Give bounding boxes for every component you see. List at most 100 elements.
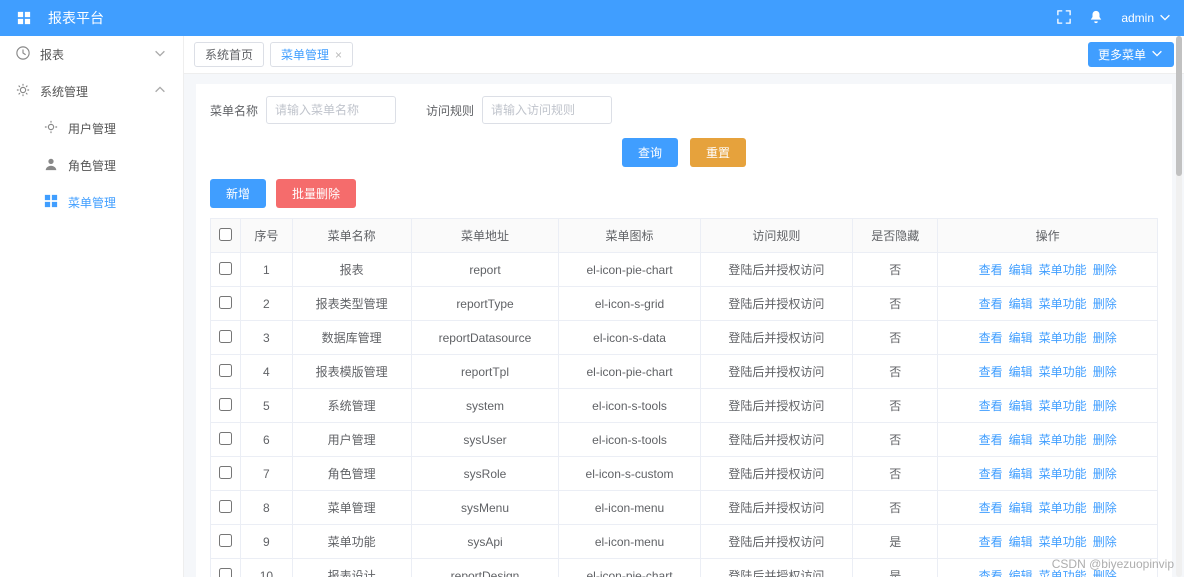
add-button[interactable]: 新增 [210, 179, 266, 208]
delete-link[interactable]: 删除 [1093, 331, 1117, 345]
delete-link[interactable]: 删除 [1093, 501, 1117, 515]
delete-link[interactable]: 删除 [1093, 569, 1117, 577]
cell-ops: 查看编辑菜单功能删除 [938, 491, 1158, 525]
func-link[interactable]: 菜单功能 [1039, 501, 1087, 515]
row-checkbox[interactable] [219, 534, 232, 547]
sidebar-item-label: 角色管理 [68, 157, 116, 174]
func-link[interactable]: 菜单功能 [1039, 331, 1087, 345]
tabs-bar: 系统首页 菜单管理 × 更多菜单 [184, 36, 1184, 74]
batch-delete-button[interactable]: 批量删除 [276, 179, 356, 208]
tab-menu-manage[interactable]: 菜单管理 × [270, 42, 353, 67]
user-icon [44, 157, 58, 174]
func-link[interactable]: 菜单功能 [1039, 569, 1087, 577]
cell-index: 1 [241, 253, 293, 287]
func-link[interactable]: 菜单功能 [1039, 365, 1087, 379]
edit-link[interactable]: 编辑 [1009, 569, 1033, 577]
view-link[interactable]: 查看 [979, 501, 1003, 515]
cell-rule: 登陆后并授权访问 [700, 321, 852, 355]
edit-link[interactable]: 编辑 [1009, 535, 1033, 549]
chevron-down-icon [153, 46, 167, 63]
func-link[interactable]: 菜单功能 [1039, 297, 1087, 311]
more-menu-button[interactable]: 更多菜单 [1088, 42, 1174, 67]
bell-icon[interactable] [1089, 10, 1103, 27]
row-checkbox[interactable] [219, 262, 232, 275]
cell-hidden: 否 [853, 457, 938, 491]
user-menu[interactable]: admin [1121, 10, 1172, 27]
view-link[interactable]: 查看 [979, 399, 1003, 413]
func-link[interactable]: 菜单功能 [1039, 535, 1087, 549]
sidebar-item-menus[interactable]: 菜单管理 [0, 184, 183, 221]
sidebar-item-roles[interactable]: 角色管理 [0, 147, 183, 184]
row-checkbox[interactable] [219, 432, 232, 445]
cell-ops: 查看编辑菜单功能删除 [938, 457, 1158, 491]
edit-link[interactable]: 编辑 [1009, 297, 1033, 311]
sidebar-group-report[interactable]: 报表 [0, 36, 183, 73]
func-link[interactable]: 菜单功能 [1039, 263, 1087, 277]
cell-addr: sysApi [411, 525, 559, 559]
view-link[interactable]: 查看 [979, 263, 1003, 277]
row-checkbox[interactable] [219, 364, 232, 377]
view-link[interactable]: 查看 [979, 297, 1003, 311]
view-link[interactable]: 查看 [979, 365, 1003, 379]
brand-menu-icon[interactable] [12, 6, 36, 30]
delete-link[interactable]: 删除 [1093, 467, 1117, 481]
view-link[interactable]: 查看 [979, 433, 1003, 447]
edit-link[interactable]: 编辑 [1009, 467, 1033, 481]
cell-rule: 登陆后并授权访问 [700, 355, 852, 389]
table-row: 10报表设计reportDesignel-icon-pie-chart登陆后并授… [211, 559, 1158, 577]
cell-rule: 登陆后并授权访问 [700, 287, 852, 321]
row-checkbox[interactable] [219, 398, 232, 411]
cell-addr: system [411, 389, 559, 423]
delete-link[interactable]: 删除 [1093, 297, 1117, 311]
row-checkbox[interactable] [219, 568, 232, 577]
func-link[interactable]: 菜单功能 [1039, 433, 1087, 447]
edit-link[interactable]: 编辑 [1009, 331, 1033, 345]
menu-name-input[interactable] [266, 96, 396, 124]
cell-hidden: 否 [853, 491, 938, 525]
view-link[interactable]: 查看 [979, 331, 1003, 345]
row-checkbox[interactable] [219, 466, 232, 479]
table-row: 5系统管理systemel-icon-s-tools登陆后并授权访问否查看编辑菜… [211, 389, 1158, 423]
edit-link[interactable]: 编辑 [1009, 365, 1033, 379]
access-rule-input[interactable] [482, 96, 612, 124]
delete-link[interactable]: 删除 [1093, 535, 1117, 549]
delete-link[interactable]: 删除 [1093, 365, 1117, 379]
vertical-scrollbar[interactable] [1176, 36, 1182, 577]
cell-icon: el-icon-s-custom [559, 457, 700, 491]
gear-icon [44, 120, 58, 137]
select-all-checkbox[interactable] [219, 228, 232, 241]
fullscreen-icon[interactable] [1057, 10, 1071, 27]
close-icon[interactable]: × [335, 48, 342, 62]
cell-hidden: 否 [853, 423, 938, 457]
cell-ops: 查看编辑菜单功能删除 [938, 253, 1158, 287]
cell-hidden: 否 [853, 321, 938, 355]
sidebar-group-system[interactable]: 系统管理 [0, 73, 183, 110]
func-link[interactable]: 菜单功能 [1039, 399, 1087, 413]
cell-index: 6 [241, 423, 293, 457]
view-link[interactable]: 查看 [979, 467, 1003, 481]
edit-link[interactable]: 编辑 [1009, 263, 1033, 277]
edit-link[interactable]: 编辑 [1009, 433, 1033, 447]
row-checkbox[interactable] [219, 330, 232, 343]
cell-name: 菜单功能 [292, 525, 411, 559]
row-checkbox[interactable] [219, 296, 232, 309]
tab-home[interactable]: 系统首页 [194, 42, 264, 67]
delete-link[interactable]: 删除 [1093, 263, 1117, 277]
cell-icon: el-icon-s-grid [559, 287, 700, 321]
chevron-down-icon [1150, 46, 1164, 63]
row-checkbox[interactable] [219, 500, 232, 513]
edit-link[interactable]: 编辑 [1009, 399, 1033, 413]
cell-hidden: 否 [853, 389, 938, 423]
query-button[interactable]: 查询 [622, 138, 678, 167]
edit-link[interactable]: 编辑 [1009, 501, 1033, 515]
reset-button[interactable]: 重置 [690, 138, 746, 167]
view-link[interactable]: 查看 [979, 535, 1003, 549]
view-link[interactable]: 查看 [979, 569, 1003, 577]
cell-index: 3 [241, 321, 293, 355]
delete-link[interactable]: 删除 [1093, 399, 1117, 413]
clock-icon [16, 46, 30, 63]
delete-link[interactable]: 删除 [1093, 433, 1117, 447]
func-link[interactable]: 菜单功能 [1039, 467, 1087, 481]
sidebar-item-users[interactable]: 用户管理 [0, 110, 183, 147]
cell-icon: el-icon-s-tools [559, 389, 700, 423]
